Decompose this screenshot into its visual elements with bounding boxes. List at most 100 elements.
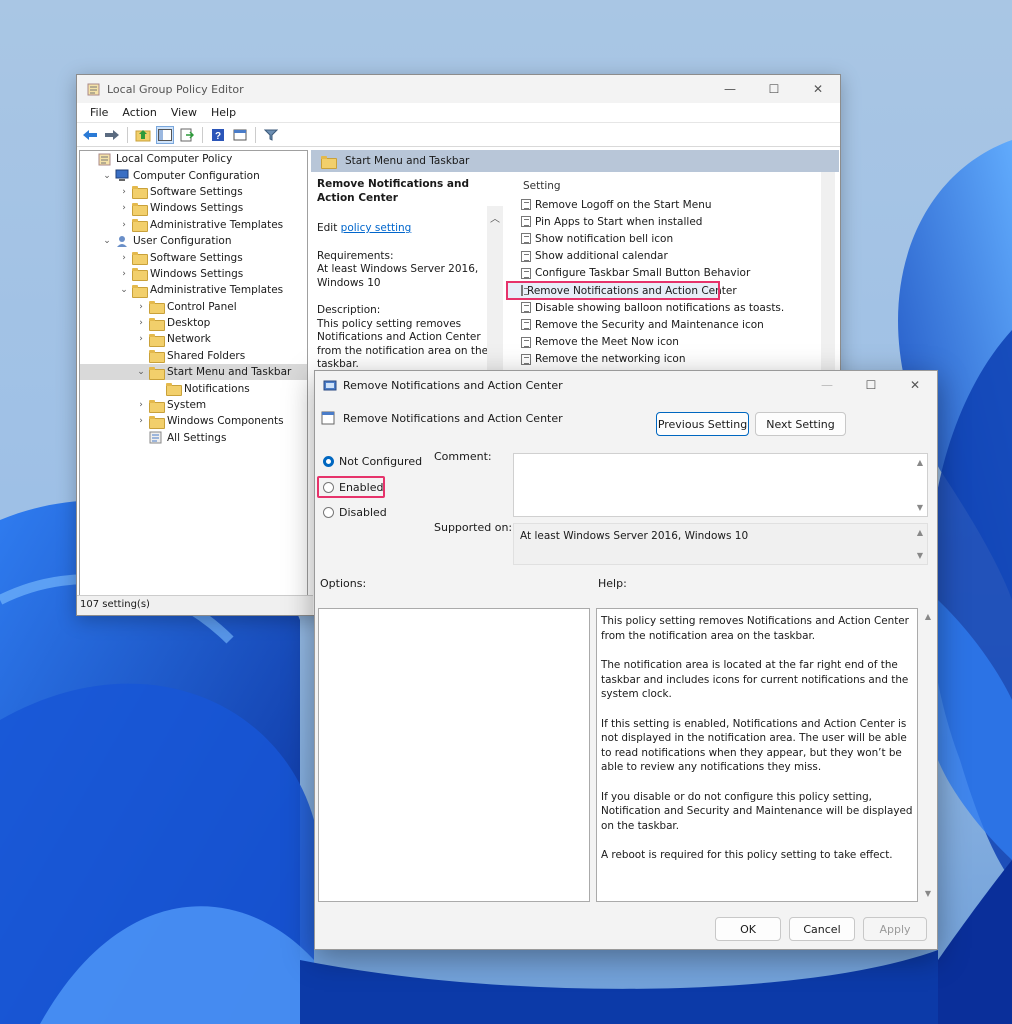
- filter-icon[interactable]: [262, 126, 280, 144]
- tree-item[interactable]: › Software Settings: [80, 249, 307, 266]
- tree-item-label: All Settings: [167, 431, 227, 444]
- title-bar: Local Group Policy Editor — ☐ ✕: [77, 75, 840, 103]
- scroll-down-icon[interactable]: ▼: [917, 551, 923, 560]
- folder-icon: [132, 284, 148, 298]
- tree-item[interactable]: All Settings: [80, 430, 307, 446]
- extended-description: Remove Notifications and Action Center E…: [317, 178, 489, 372]
- show-hide-tree-icon[interactable]: [156, 125, 174, 144]
- tree-item[interactable]: › Administrative Templates: [80, 217, 307, 233]
- dialog-close-button[interactable]: ✕: [893, 371, 937, 399]
- menu-file[interactable]: File: [83, 106, 115, 119]
- chevron-right-icon[interactable]: ›: [118, 220, 130, 230]
- properties-icon[interactable]: [231, 126, 249, 144]
- tree-item[interactable]: › Windows Settings: [80, 200, 307, 216]
- tree-item[interactable]: › Windows Components: [80, 413, 307, 429]
- menu-help[interactable]: Help: [204, 106, 243, 119]
- dialog-maximize-button[interactable]: ☐: [849, 371, 893, 399]
- chevron-right-icon[interactable]: ›: [135, 334, 147, 344]
- radio-not-configured[interactable]: Not Configured: [323, 455, 422, 468]
- close-button[interactable]: ✕: [796, 75, 840, 103]
- setting-label: Remove the Security and Maintenance icon: [535, 318, 764, 331]
- minimize-button[interactable]: —: [708, 75, 752, 103]
- chevron-right-icon[interactable]: ›: [118, 203, 130, 213]
- cancel-button[interactable]: Cancel: [789, 917, 855, 941]
- maximize-button[interactable]: ☐: [752, 75, 796, 103]
- options-label: Options:: [320, 577, 367, 590]
- setting-row[interactable]: Remove the Security and Maintenance icon: [507, 316, 823, 333]
- ok-button[interactable]: OK: [715, 917, 781, 941]
- setting-row[interactable]: Remove the Meet Now icon: [507, 334, 823, 351]
- tree-item[interactable]: › System: [80, 397, 307, 413]
- chevron-right-icon[interactable]: ›: [135, 318, 147, 328]
- tree-item[interactable]: › Network: [80, 331, 307, 347]
- menu-view[interactable]: View: [164, 106, 204, 119]
- setting-row[interactable]: Remove the networking icon: [507, 351, 823, 368]
- tree-item[interactable]: › Software Settings: [80, 184, 307, 200]
- chevron-down-icon[interactable]: ⌄: [135, 367, 147, 377]
- chevron-down-icon[interactable]: ⌄: [101, 171, 113, 181]
- setting-row[interactable]: Show notification bell icon: [507, 230, 823, 247]
- scroll-down-icon[interactable]: ▼: [925, 889, 931, 898]
- folder-icon: [149, 415, 165, 429]
- tree-item[interactable]: ⌄ User Configuration: [80, 233, 307, 249]
- setting-row[interactable]: Remove Notifications and Action Center: [506, 280, 737, 301]
- tree-item[interactable]: Notifications: [80, 380, 307, 397]
- folder-icon: [132, 186, 148, 200]
- tree-item[interactable]: › Windows Settings: [80, 266, 307, 282]
- policy-setting-icon: [521, 216, 531, 228]
- chevron-right-icon[interactable]: ›: [135, 416, 147, 426]
- comment-textarea[interactable]: ▲ ▼: [513, 453, 928, 517]
- tree-item[interactable]: › Control Panel: [80, 299, 307, 315]
- tree-item[interactable]: ⌄ Computer Configuration: [80, 167, 307, 183]
- scroll-up-icon[interactable]: ▲: [917, 528, 923, 537]
- radio-enabled[interactable]: Enabled: [323, 481, 383, 494]
- setting-column-header[interactable]: Setting: [507, 172, 823, 196]
- tree-item[interactable]: Shared Folders: [80, 348, 307, 364]
- apply-button[interactable]: Apply: [863, 917, 927, 941]
- menu-action[interactable]: Action: [115, 106, 163, 119]
- pane-header: Start Menu and Taskbar: [311, 150, 839, 172]
- setting-row[interactable]: Show additional calendar: [507, 248, 823, 265]
- dialog-minimize-button[interactable]: —: [805, 371, 849, 399]
- radio-selected-icon: [323, 456, 334, 467]
- setting-label: Remove the Meet Now icon: [535, 336, 679, 349]
- radio-disabled[interactable]: Disabled: [323, 506, 387, 519]
- chevron-right-icon[interactable]: ›: [135, 400, 147, 410]
- folder-icon: [132, 202, 148, 216]
- scroll-up-icon[interactable]: ▲: [917, 458, 923, 467]
- export-list-icon[interactable]: [178, 126, 196, 144]
- tree-item[interactable]: ⌄ Administrative Templates: [80, 282, 307, 298]
- chevron-right-icon[interactable]: ›: [118, 253, 130, 263]
- chevron-right-icon[interactable]: ›: [118, 269, 130, 279]
- policy-icon: [323, 380, 337, 391]
- tree-item-label: Windows Components: [167, 415, 284, 428]
- setting-row[interactable]: Disable showing balloon notifications as…: [507, 299, 823, 316]
- description-label: Description:: [317, 304, 381, 316]
- folder-icon: [149, 317, 165, 331]
- setting-row[interactable]: Configure Taskbar Small Button Behavior: [507, 265, 823, 282]
- chevron-down-icon[interactable]: ⌄: [118, 285, 130, 295]
- scroll-up-icon[interactable]: ︿: [487, 210, 503, 225]
- policy-icon: [98, 153, 111, 166]
- setting-row[interactable]: Pin Apps to Start when installed: [507, 213, 823, 230]
- policy-setting-link[interactable]: policy setting: [341, 222, 412, 234]
- folder-icon: [166, 383, 182, 397]
- back-arrow-icon[interactable]: [81, 126, 99, 144]
- tree-item[interactable]: › Desktop: [80, 315, 307, 331]
- up-folder-icon[interactable]: [134, 126, 152, 144]
- tree-item[interactable]: ⌄ Start Menu and Taskbar: [80, 364, 307, 381]
- chevron-down-icon[interactable]: ⌄: [101, 236, 113, 246]
- next-setting-button[interactable]: Next Setting: [755, 412, 846, 436]
- previous-setting-button[interactable]: Previous Setting: [656, 412, 749, 436]
- scroll-down-icon[interactable]: ▼: [917, 503, 923, 512]
- chevron-right-icon[interactable]: ›: [118, 187, 130, 197]
- chevron-right-icon[interactable]: ›: [135, 302, 147, 312]
- scroll-up-icon[interactable]: ▲: [925, 612, 931, 621]
- setting-row[interactable]: Remove Logoff on the Start Menu: [507, 196, 823, 213]
- help-scrollbar[interactable]: ▲ ▼: [919, 608, 933, 902]
- folder-icon: [132, 252, 148, 266]
- tree-item[interactable]: Local Computer Policy: [80, 151, 307, 167]
- comment-label: Comment:: [434, 450, 492, 463]
- forward-arrow-icon[interactable]: [103, 126, 121, 144]
- help-icon[interactable]: ?: [209, 126, 227, 144]
